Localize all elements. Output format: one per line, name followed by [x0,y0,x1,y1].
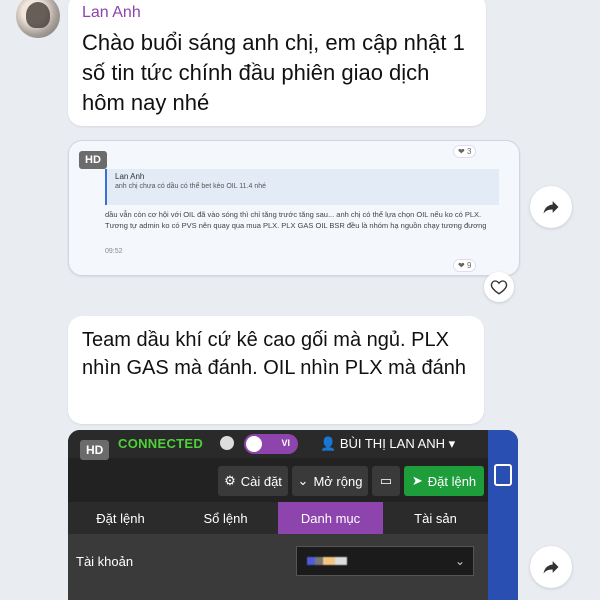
trading-screenshot[interactable]: HD CONNECTED VI 👤 BÙI THỊ LAN ANH ▾ ⚙ Cà… [68,430,518,600]
reaction-badge-bottom[interactable]: ❤ 9 [453,259,477,272]
send-icon: ➤ [411,473,423,488]
account-row: Tài khoản ⌄ [68,534,488,600]
user-name: BÙI THỊ LAN ANH [339,436,446,451]
account-select[interactable]: ⌄ [296,546,474,576]
message-text: Chào buổi sáng anh chị, em cập nhật 1 số… [82,30,465,115]
share-arrow-icon [543,561,559,574]
tab-portfolio[interactable]: Danh mục [278,502,383,534]
quote-text: anh chị chưa có dầu có thể bet kèo OIL 1… [115,183,267,190]
sender-name: Lan Anh [82,4,141,21]
user-icon: 👤 [320,436,337,451]
tab-assets[interactable]: Tài sản [383,502,488,534]
clock-icon [220,436,234,450]
hd-badge: HD [80,440,110,460]
monitor-button[interactable]: ▭ [372,466,400,496]
heart-icon: ❤ [458,147,465,156]
quote-sender: Lan Anh [115,172,145,181]
message-bubble-3: Team dầu khí cứ kê cao gối mà ngủ. PLX n… [68,316,484,424]
heart-outline-icon [490,280,508,295]
tab-order[interactable]: Đặt lệnh [68,502,173,534]
contact-card-icon[interactable] [494,464,512,486]
timestamp: 09:52 [105,248,123,255]
message-bubble-1: Lan Anh Chào buổi sáng anh chị, em cập n… [68,0,486,126]
heart-icon: ❤ [458,261,465,270]
settings-label: Cài đặt [240,473,282,489]
user-menu[interactable]: 👤 BÙI THỊ LAN ANH ▾ [320,436,455,452]
hd-badge: HD [79,151,107,169]
redacted-account [307,557,347,565]
side-panel [488,430,518,600]
connection-status: CONNECTED [118,436,204,451]
trade-tabs: Đặt lệnh Sổ lệnh Danh mục Tài sản [68,502,488,534]
chevron-down-icon: ⌄ [454,554,465,568]
expand-button[interactable]: ⌄ Mở rộng [292,466,368,496]
gear-icon: ⚙ [224,473,236,488]
language-toggle[interactable]: VI [244,434,298,454]
settings-button[interactable]: ⚙ Cài đặt [218,466,288,496]
expand-label: Mở rộng [313,473,363,489]
reaction-badge[interactable]: ❤ 3 [453,145,477,158]
message-text: Team dầu khí cứ kê cao gối mà ngủ. PLX n… [82,329,466,379]
monitor-icon: ▭ [379,473,393,488]
forwarded-screenshot[interactable]: HD ❤ 3 Lan Anh anh chị chưa có dầu có th… [68,140,520,276]
react-heart-button[interactable] [484,272,514,302]
chevron-down-icon: ⌄ [297,473,309,488]
avatar [16,0,60,38]
quoted-message: Lan Anh anh chị chưa có dầu có thể bet k… [105,169,499,205]
share-button[interactable] [530,186,572,228]
share-arrow-icon [543,201,559,214]
caret-down-icon: ▾ [448,436,456,451]
language-label: VI [281,438,290,448]
account-label: Tài khoản [76,554,134,569]
tab-order-book[interactable]: Sổ lệnh [173,502,278,534]
message-body: dầu vẫn còn cơ hội với OIL đã vào sóng t… [105,210,487,230]
place-order-label: Đặt lệnh [427,473,477,489]
reaction-count: 3 [466,147,472,156]
place-order-button[interactable]: ➤ Đặt lệnh [404,466,484,496]
trade-toolbar: ⚙ Cài đặt ⌄ Mở rộng ▭ ➤ Đặt lệnh [68,464,518,498]
share-button-2[interactable] [530,546,572,588]
reaction-count: 9 [466,261,472,270]
